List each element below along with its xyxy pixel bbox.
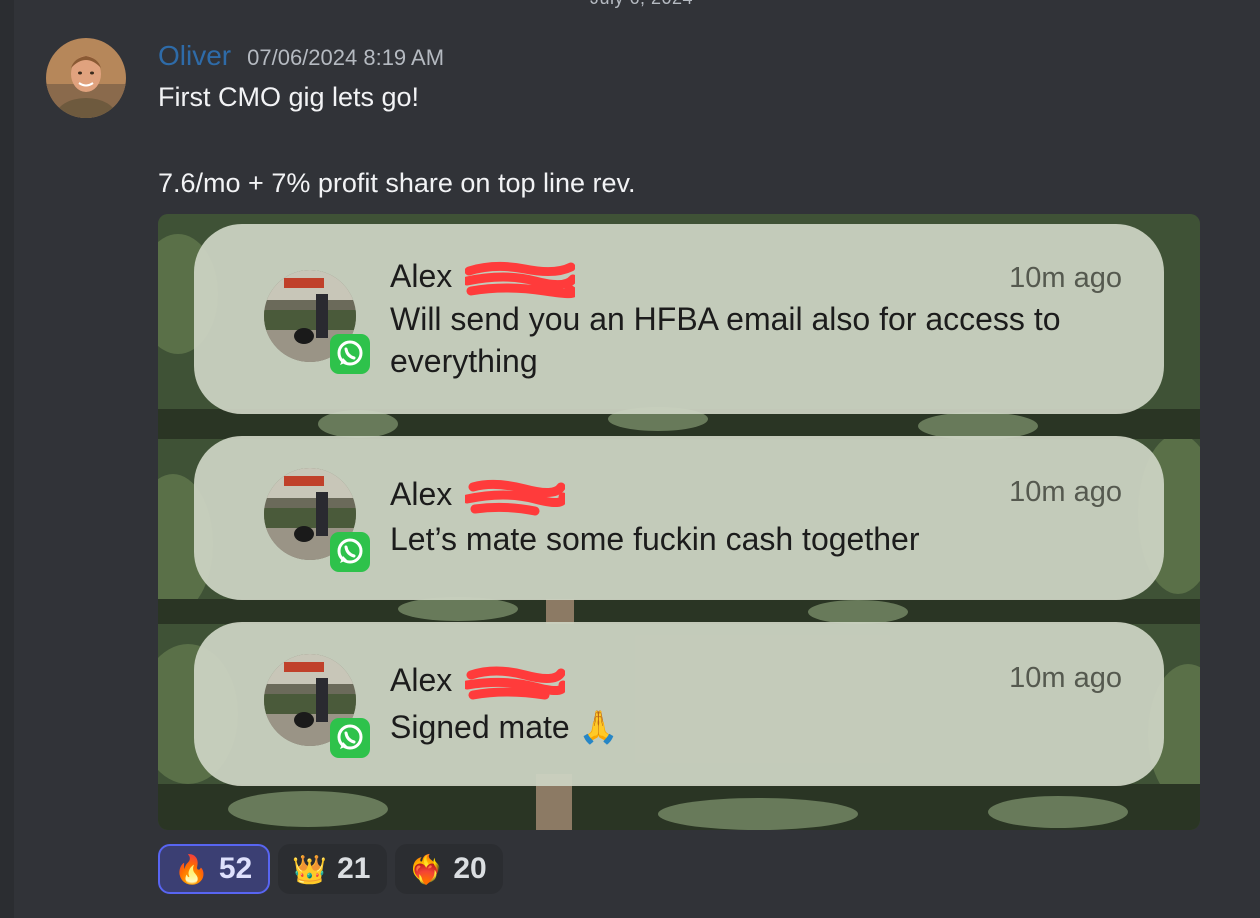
notification-sender: Alex — [390, 258, 576, 299]
redaction-scribble — [465, 666, 566, 700]
notification-time: 10m ago — [1009, 262, 1122, 294]
whatsapp-icon — [330, 334, 370, 374]
reaction-fire[interactable]: 🔥 52 — [158, 844, 271, 894]
message-header: Oliver 07/06/2024 8:19 AM — [158, 40, 444, 74]
notification-card[interactable]: Alex 10m ago Signed mate 🙏 — [194, 622, 1164, 786]
avatar[interactable] — [46, 38, 126, 118]
notification-body: Will send you an HFBA email also for acc… — [390, 301, 1061, 379]
fire-emoji-icon: 🔥 — [174, 853, 209, 885]
notification-sender: Alex — [390, 662, 566, 703]
reaction-bar: 🔥 52 👑 21 ❤️‍🔥 20 — [158, 844, 503, 894]
notification-time: 10m ago — [1009, 662, 1122, 694]
image-attachment[interactable]: Alex 10m ago Will send you an HFBA email… — [158, 214, 1200, 830]
whatsapp-icon — [330, 718, 370, 758]
notification-card[interactable]: Alex 10m ago Will send you an HFBA email… — [194, 224, 1164, 414]
reaction-count: 21 — [337, 852, 371, 885]
notification-time: 10m ago — [1009, 476, 1122, 508]
heart-on-fire-emoji-icon: ❤️‍🔥 — [408, 853, 444, 885]
message-text-line: 7.6/mo + 7% profit share on top line rev… — [158, 168, 636, 198]
whatsapp-icon — [330, 532, 370, 572]
message-timestamp: 07/06/2024 8:19 AM — [247, 45, 445, 70]
crown-emoji-icon: 👑 — [292, 853, 328, 885]
redaction-scribble — [465, 479, 566, 516]
message-text-line: First CMO gig lets go! — [158, 82, 420, 112]
reaction-crown[interactable]: 👑 21 — [278, 844, 387, 894]
reaction-heart-on-fire[interactable]: ❤️‍🔥 20 — [394, 844, 503, 894]
notification-sender: Alex — [390, 476, 566, 517]
reaction-count: 52 — [218, 852, 253, 885]
left-gutter — [0, 0, 14, 918]
notification-body: Signed mate 🙏 — [390, 709, 619, 745]
reaction-count: 20 — [453, 852, 487, 885]
notification-body: Let’s mate some fuckin cash together — [390, 521, 920, 557]
username[interactable]: Oliver — [158, 40, 231, 72]
notification-card[interactable]: Alex 10m ago Let’s mate some fuckin cash… — [194, 436, 1164, 600]
date-divider: July 6, 2024 — [590, 0, 693, 9]
redaction-scribble — [465, 261, 576, 298]
